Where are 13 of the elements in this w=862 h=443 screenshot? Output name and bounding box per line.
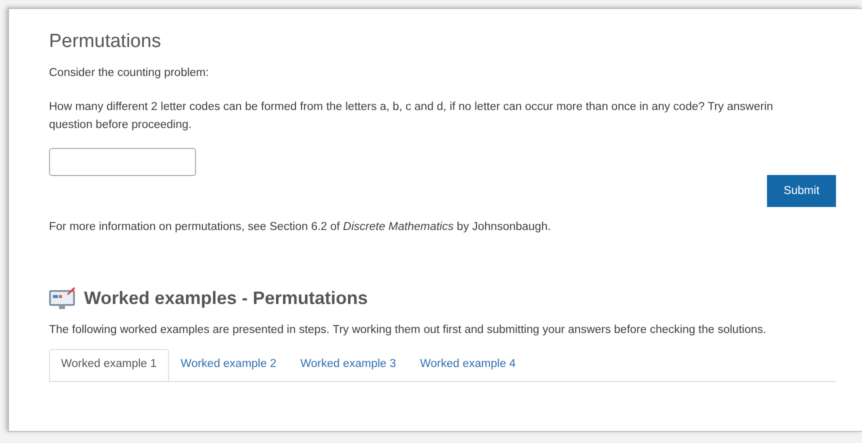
tab[interactable]: Worked example 2: [168, 348, 288, 381]
tab[interactable]: Worked example 3: [288, 348, 408, 381]
intro-text: Consider the counting problem:: [49, 66, 209, 81]
tab[interactable]: Worked example 1: [49, 348, 169, 381]
tab[interactable]: Worked example 4: [408, 348, 528, 381]
description-text: The following worked examples are presented in steps. Try working them out first and submitting your answers before checking the solutions.: [49, 322, 766, 338]
more-info-text: For more information on permutations, see Section 6.2 of Discrete Mathematics by Johnsonbaugh.: [49, 220, 551, 236]
computer-screen-icon: [49, 286, 76, 310]
section-heading: Worked examples - Permutations: [84, 286, 368, 310]
answer-field[interactable]: [49, 148, 196, 176]
section-heading: Permutations: [49, 31, 161, 53]
question-text: How many different 2 letter codes can be formed from the letters a, b, c and d, if no letter can occur more than once in any code? Try answerin question before proceeding.: [49, 100, 774, 134]
submit-button[interactable]: Submit: [767, 175, 836, 208]
